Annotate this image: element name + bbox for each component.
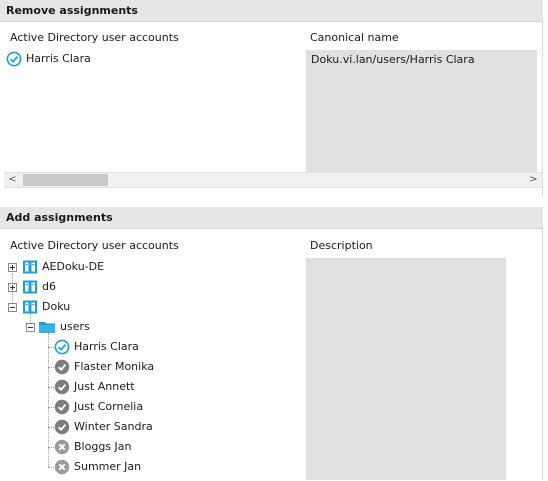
expand-toggle[interactable] [8, 283, 17, 292]
tree-node-user[interactable]: Summer Jan [54, 458, 141, 476]
domain-label: d6 [42, 280, 56, 293]
remove-col-canonical-header[interactable]: Canonical name [310, 31, 399, 44]
tree-node-user[interactable]: Just Annett [54, 378, 135, 396]
user-label: Summer Jan [74, 460, 142, 473]
add-col-accounts-header[interactable]: Active Directory user accounts [10, 239, 179, 252]
check-gray-icon [54, 419, 70, 435]
check-blue-icon [6, 51, 22, 67]
user-label: Harris Clara [74, 340, 139, 353]
check-gray-icon [54, 399, 70, 415]
tree-node-user[interactable]: Harris Clara [54, 338, 139, 356]
add-assignments-title: Add assignments [6, 211, 113, 224]
tree-node-user[interactable]: Winter Sandra [54, 418, 153, 436]
collapse-toggle[interactable] [26, 323, 35, 332]
scroll-right-button[interactable]: > [525, 173, 542, 187]
expand-toggle[interactable] [8, 263, 17, 272]
description-column [306, 258, 506, 480]
user-label: Bloggs Jan [74, 440, 132, 453]
tree-node-domain[interactable]: AEDoku-DE [22, 258, 104, 276]
tree-node-user[interactable]: Bloggs Jan [54, 438, 131, 456]
add-col-description-header[interactable]: Description [310, 239, 373, 252]
x-gray-icon [54, 459, 70, 475]
canonical-name-value: Doku.vi.lan/users/Harris Clara [311, 53, 475, 66]
domain-icon [22, 259, 38, 275]
scroll-left-button[interactable]: < [4, 173, 21, 187]
user-label: Winter Sandra [74, 420, 153, 433]
folder-label: users [60, 320, 90, 333]
remove-col-accounts-header[interactable]: Active Directory user accounts [10, 31, 179, 44]
user-label: Flaster Monika [74, 360, 155, 373]
x-gray-icon [54, 439, 70, 455]
collapse-toggle[interactable] [8, 303, 17, 312]
domain-label: Doku [42, 300, 71, 313]
user-label: Just Annett [74, 380, 135, 393]
domain-label: AEDoku-DE [42, 260, 105, 273]
remove-list-item[interactable]: Harris Clara [6, 50, 91, 68]
add-assignments-header: Add assignments [0, 207, 543, 229]
tree-node-domain[interactable]: d6 [22, 278, 56, 296]
check-gray-icon [54, 359, 70, 375]
canonical-name-cell: Doku.vi.lan/users/Harris Clara [311, 51, 475, 69]
remove-assignments-title: Remove assignments [6, 4, 138, 17]
folder-icon [38, 319, 56, 335]
scroll-thumb[interactable] [23, 174, 108, 186]
tree-node-folder[interactable]: users [38, 318, 90, 336]
tree-node-user[interactable]: Flaster Monika [54, 358, 154, 376]
domain-icon [22, 299, 38, 315]
tree-node-domain[interactable]: Doku [22, 298, 70, 316]
check-blue-icon [54, 339, 70, 355]
remove-assignments-header: Remove assignments [0, 0, 543, 22]
remove-user-name: Harris Clara [26, 52, 91, 65]
user-label: Just Cornelia [74, 400, 144, 413]
check-gray-icon [54, 379, 70, 395]
remove-assignments-panel: Active Directory user accounts Canonical… [0, 22, 543, 197]
domain-icon [22, 279, 38, 295]
horizontal-scrollbar[interactable]: < > [4, 172, 542, 188]
tree-node-user[interactable]: Just Cornelia [54, 398, 143, 416]
